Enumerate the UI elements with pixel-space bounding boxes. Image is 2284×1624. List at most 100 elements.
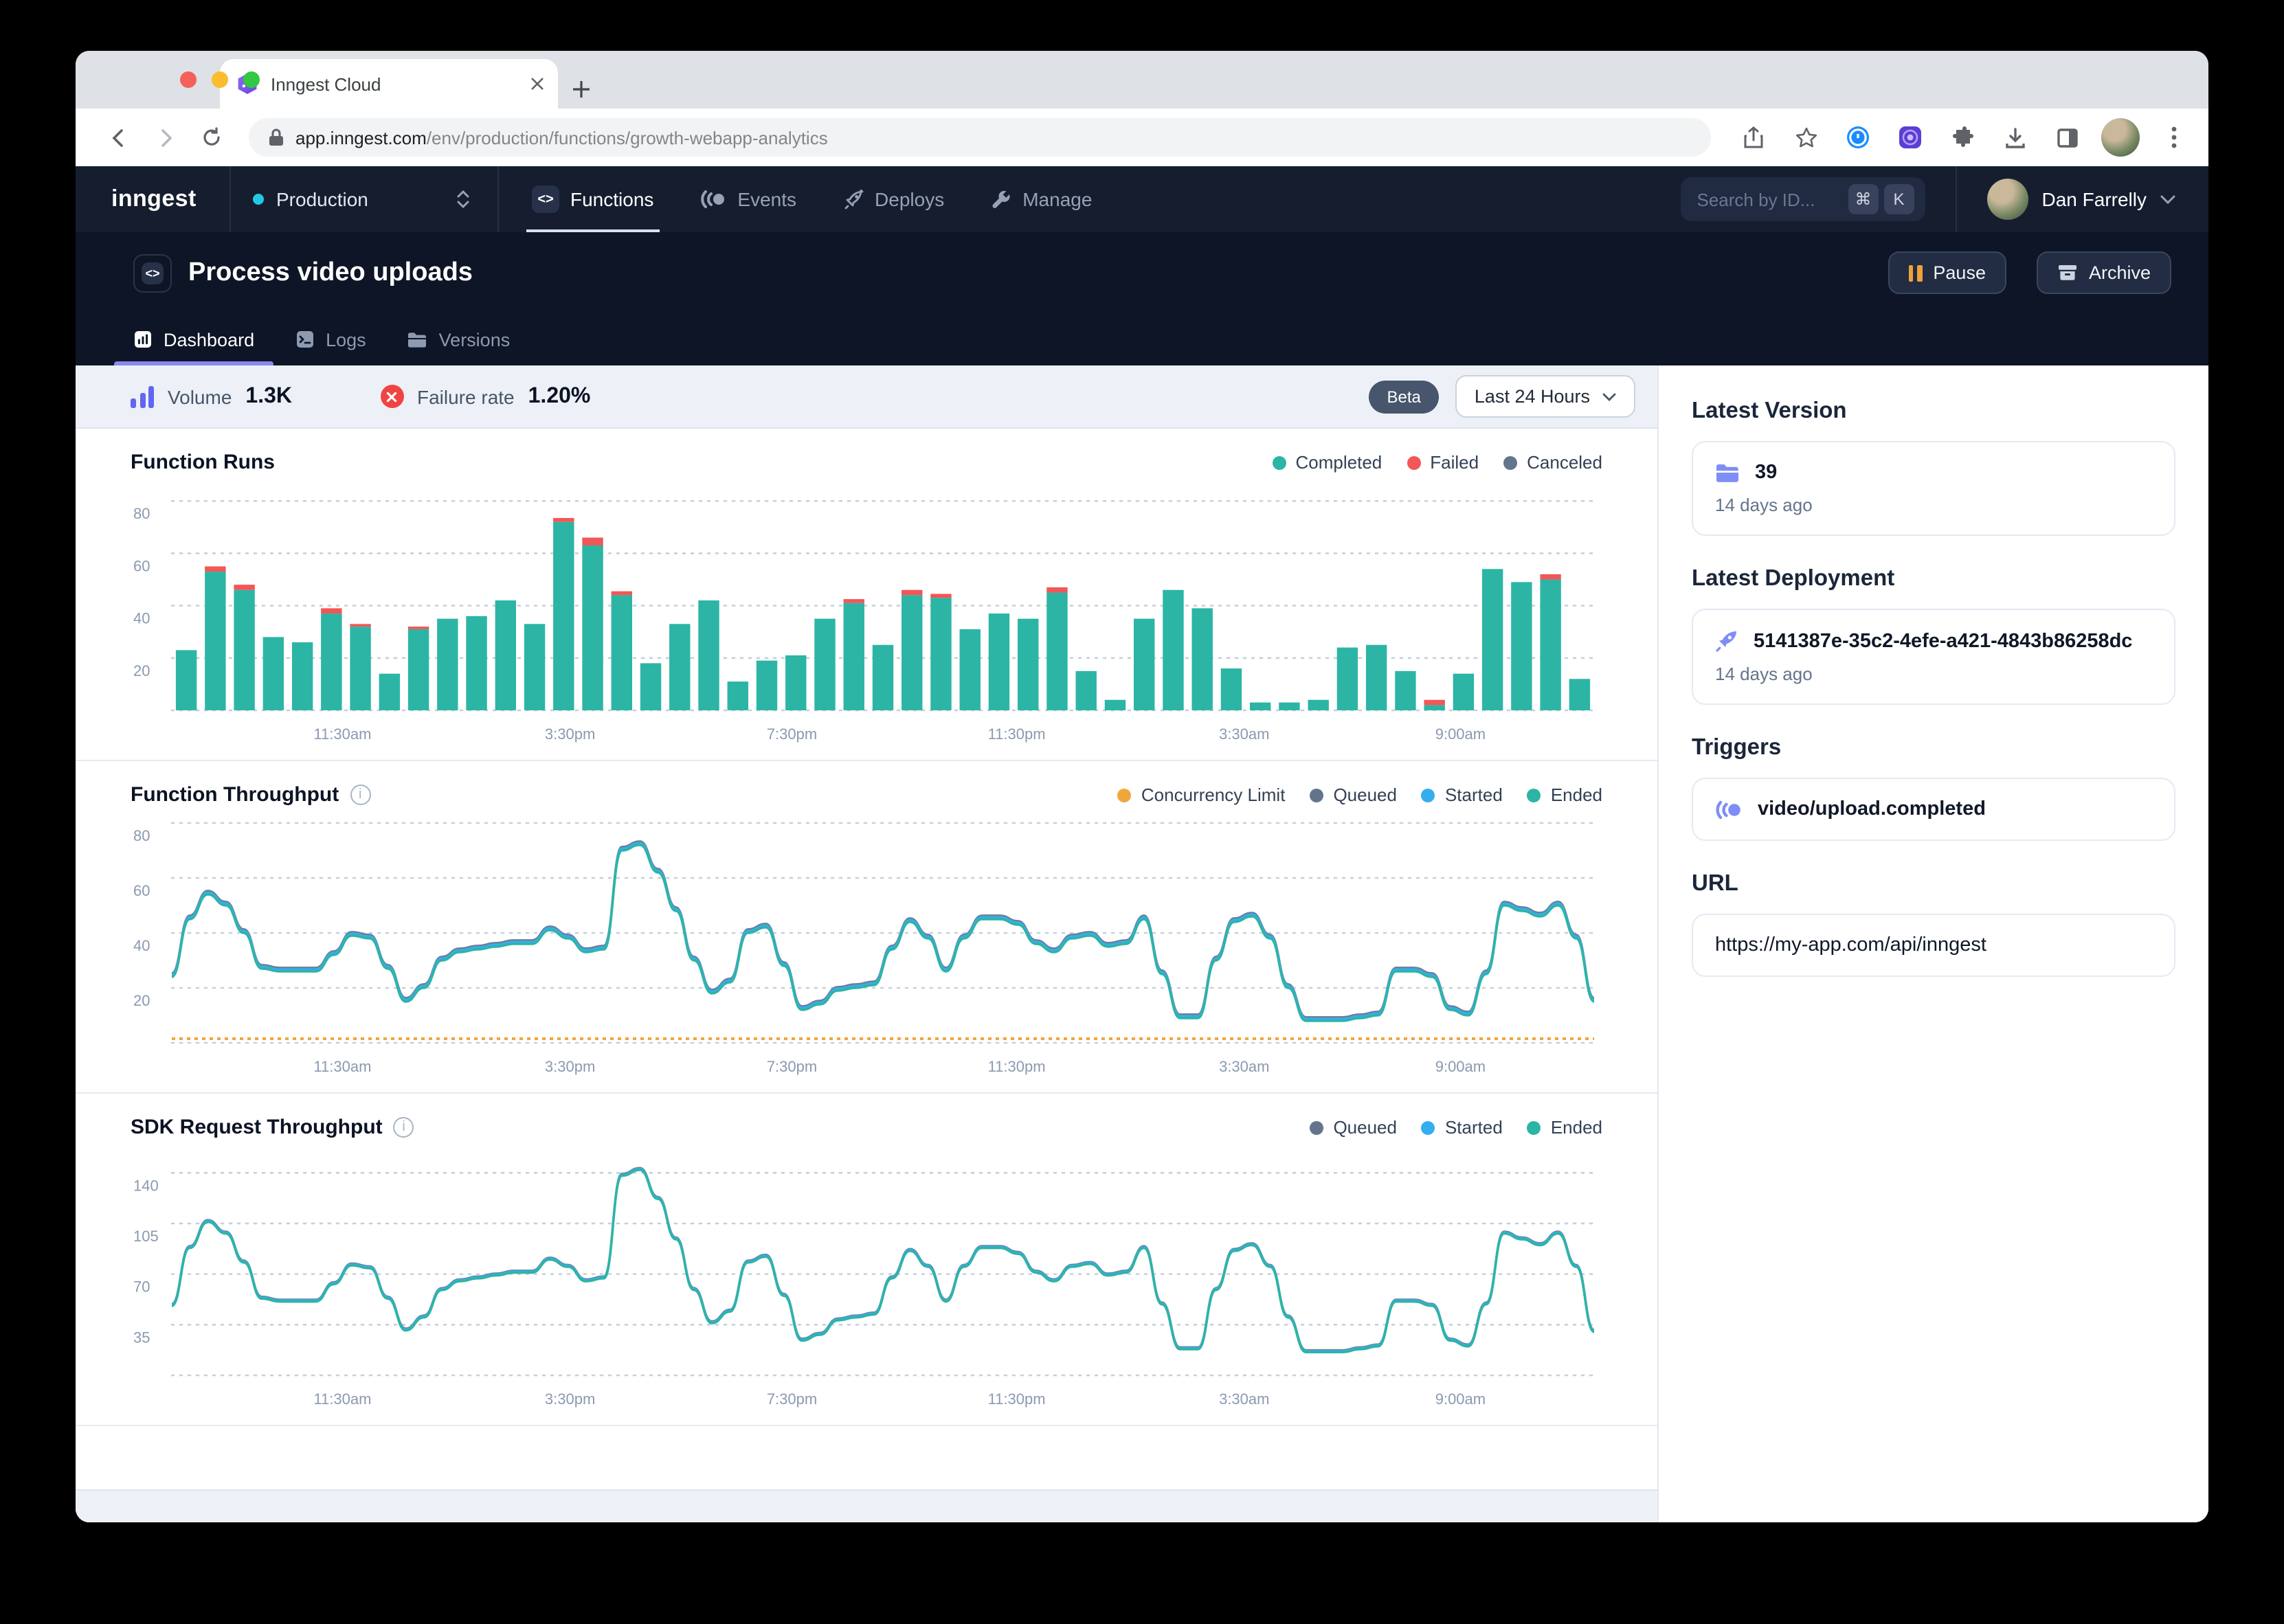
wrench-icon — [991, 189, 1011, 210]
pause-button[interactable]: Pause — [1888, 251, 2006, 294]
svg-text:35: 35 — [133, 1329, 150, 1346]
volume-stat: Volume 1.3K — [131, 384, 292, 409]
tab-close-icon[interactable] — [530, 77, 544, 91]
archive-button[interactable]: Archive — [2037, 251, 2171, 294]
svg-text:11:30am: 11:30am — [313, 1390, 371, 1408]
function-throughput-title: Function Throughput — [131, 783, 339, 807]
url-card: https://my-app.com/api/inngest — [1692, 914, 2175, 977]
nav-deploys[interactable]: Deploys — [843, 166, 944, 232]
info-icon[interactable]: i — [350, 785, 370, 805]
svg-text:20: 20 — [133, 992, 150, 1009]
nav-manage[interactable]: Manage — [991, 166, 1092, 232]
info-icon[interactable]: i — [394, 1117, 414, 1138]
concurrency-limit-dot — [1118, 788, 1132, 802]
folder-icon — [1715, 462, 1740, 483]
browser-menu-icon[interactable] — [2156, 120, 2192, 155]
reload-icon[interactable] — [194, 120, 229, 155]
svg-text:11:30pm: 11:30pm — [988, 725, 1046, 743]
user-menu[interactable]: Dan Farrelly — [1956, 166, 2209, 232]
sdk-request-throughput-chart: 357010514011:30am3:30pm7:30pm11:30pm3:30… — [131, 1144, 1602, 1414]
browser-tab[interactable]: Inngest Cloud — [220, 59, 558, 109]
env-status-dot — [253, 194, 264, 205]
function-icon: <> — [133, 253, 172, 292]
tab-dashboard[interactable]: Dashboard — [133, 313, 254, 365]
browser-window: Inngest Cloud app.inngest.com/env/produc… — [76, 51, 2208, 1522]
nav-functions[interactable]: <> Functions — [532, 166, 653, 232]
bookmark-star-icon[interactable] — [1788, 120, 1824, 155]
extension-app-icon[interactable] — [1892, 120, 1928, 155]
environment-picker[interactable]: Production — [231, 166, 497, 232]
user-avatar — [1987, 179, 2028, 220]
minimize-window-button[interactable] — [212, 71, 228, 88]
svg-text:140: 140 — [133, 1177, 159, 1194]
latest-version-card: 39 14 days ago — [1692, 441, 2175, 536]
download-icon[interactable] — [1997, 120, 2033, 155]
latest-deployment-value: 5141387e-35c2-4efe-a421-4843b86258dc — [1754, 630, 2132, 652]
svg-text:9:00am: 9:00am — [1435, 1058, 1486, 1075]
close-window-button[interactable] — [180, 71, 197, 88]
sdk-throughput-legend: Queued Started Ended — [1310, 1117, 1602, 1138]
latest-deployment-card[interactable]: 5141387e-35c2-4efe-a421-4843b86258dc 14 … — [1692, 609, 2175, 705]
next-section-strip — [76, 1489, 1657, 1522]
password-manager-icon[interactable] — [1840, 120, 1876, 155]
started-dot — [1422, 1120, 1435, 1134]
share-icon[interactable] — [1736, 120, 1771, 155]
queued-dot — [1310, 788, 1323, 802]
completed-dot — [1273, 455, 1286, 469]
browser-profile-avatar[interactable] — [2101, 118, 2140, 157]
svg-text:7:30pm: 7:30pm — [767, 725, 817, 743]
versions-folder-icon — [407, 330, 428, 348]
side-panel-icon[interactable] — [2049, 120, 2085, 155]
env-label: Production — [276, 188, 444, 210]
event-trigger-icon — [1715, 799, 1743, 820]
tab-title: Inngest Cloud — [271, 74, 518, 94]
new-tab-button[interactable] — [572, 80, 591, 99]
volume-value: 1.3K — [245, 384, 292, 409]
chevron-down-icon — [1602, 392, 1616, 401]
latest-version-time: 14 days ago — [1715, 495, 2152, 515]
zoom-window-button[interactable] — [243, 71, 260, 88]
url-heading: URL — [1692, 871, 2175, 897]
function-throughput-legend: Concurrency Limit Queued Started Ended — [1118, 785, 1602, 805]
tab-versions[interactable]: Versions — [407, 313, 511, 365]
svg-text:70: 70 — [133, 1278, 150, 1296]
svg-text:80: 80 — [133, 505, 150, 522]
k-key-badge: K — [1884, 184, 1914, 214]
function-throughput-section: Function Throughput i Concurrency Limit … — [76, 761, 1657, 1094]
svg-text:105: 105 — [133, 1228, 159, 1245]
address-bar[interactable]: app.inngest.com/env/production/functions… — [249, 118, 1711, 157]
svg-text:11:30am: 11:30am — [313, 1058, 371, 1075]
back-icon[interactable] — [100, 120, 136, 155]
rocket-icon — [843, 189, 864, 210]
logs-icon — [295, 330, 315, 349]
svg-text:3:30am: 3:30am — [1219, 1058, 1269, 1075]
dashboard-main: Volume 1.3K Failure rate 1.20% Beta Last… — [76, 365, 1657, 1522]
latest-version-heading: Latest Version — [1692, 398, 2175, 425]
latest-deployment-heading: Latest Deployment — [1692, 566, 2175, 592]
svg-text:3:30pm: 3:30pm — [545, 1390, 595, 1408]
svg-text:3:30pm: 3:30pm — [545, 725, 595, 743]
url-text: app.inngest.com/env/production/functions… — [295, 127, 828, 148]
function-runs-section: Function Runs Completed Failed Canceled … — [76, 429, 1657, 761]
svg-text:80: 80 — [133, 827, 150, 844]
svg-text:60: 60 — [133, 557, 150, 574]
tab-logs[interactable]: Logs — [295, 313, 366, 365]
trigger-card: video/upload.completed — [1692, 778, 2175, 841]
svg-text:7:30pm: 7:30pm — [767, 1058, 817, 1075]
nav-events[interactable]: Events — [700, 166, 796, 232]
extensions-puzzle-icon[interactable] — [1945, 120, 1980, 155]
forward-icon[interactable] — [147, 120, 183, 155]
rocket-icon — [1715, 629, 1738, 653]
svg-text:40: 40 — [133, 610, 150, 627]
details-sidebar: Latest Version 39 14 days ago Latest Dep… — [1657, 365, 2208, 1522]
time-range-dropdown[interactable]: Last 24 Hours — [1455, 375, 1635, 418]
lock-icon — [268, 128, 284, 147]
sdk-throughput-title: SDK Request Throughput — [131, 1116, 383, 1139]
svg-text:11:30am: 11:30am — [313, 725, 371, 743]
svg-text:9:00am: 9:00am — [1435, 725, 1486, 743]
events-icon — [700, 190, 726, 209]
inngest-logo: inngest — [76, 166, 229, 232]
user-name: Dan Farrelly — [2042, 188, 2147, 210]
functions-icon: <> — [532, 185, 559, 213]
latest-deployment-time: 14 days ago — [1715, 664, 2152, 684]
